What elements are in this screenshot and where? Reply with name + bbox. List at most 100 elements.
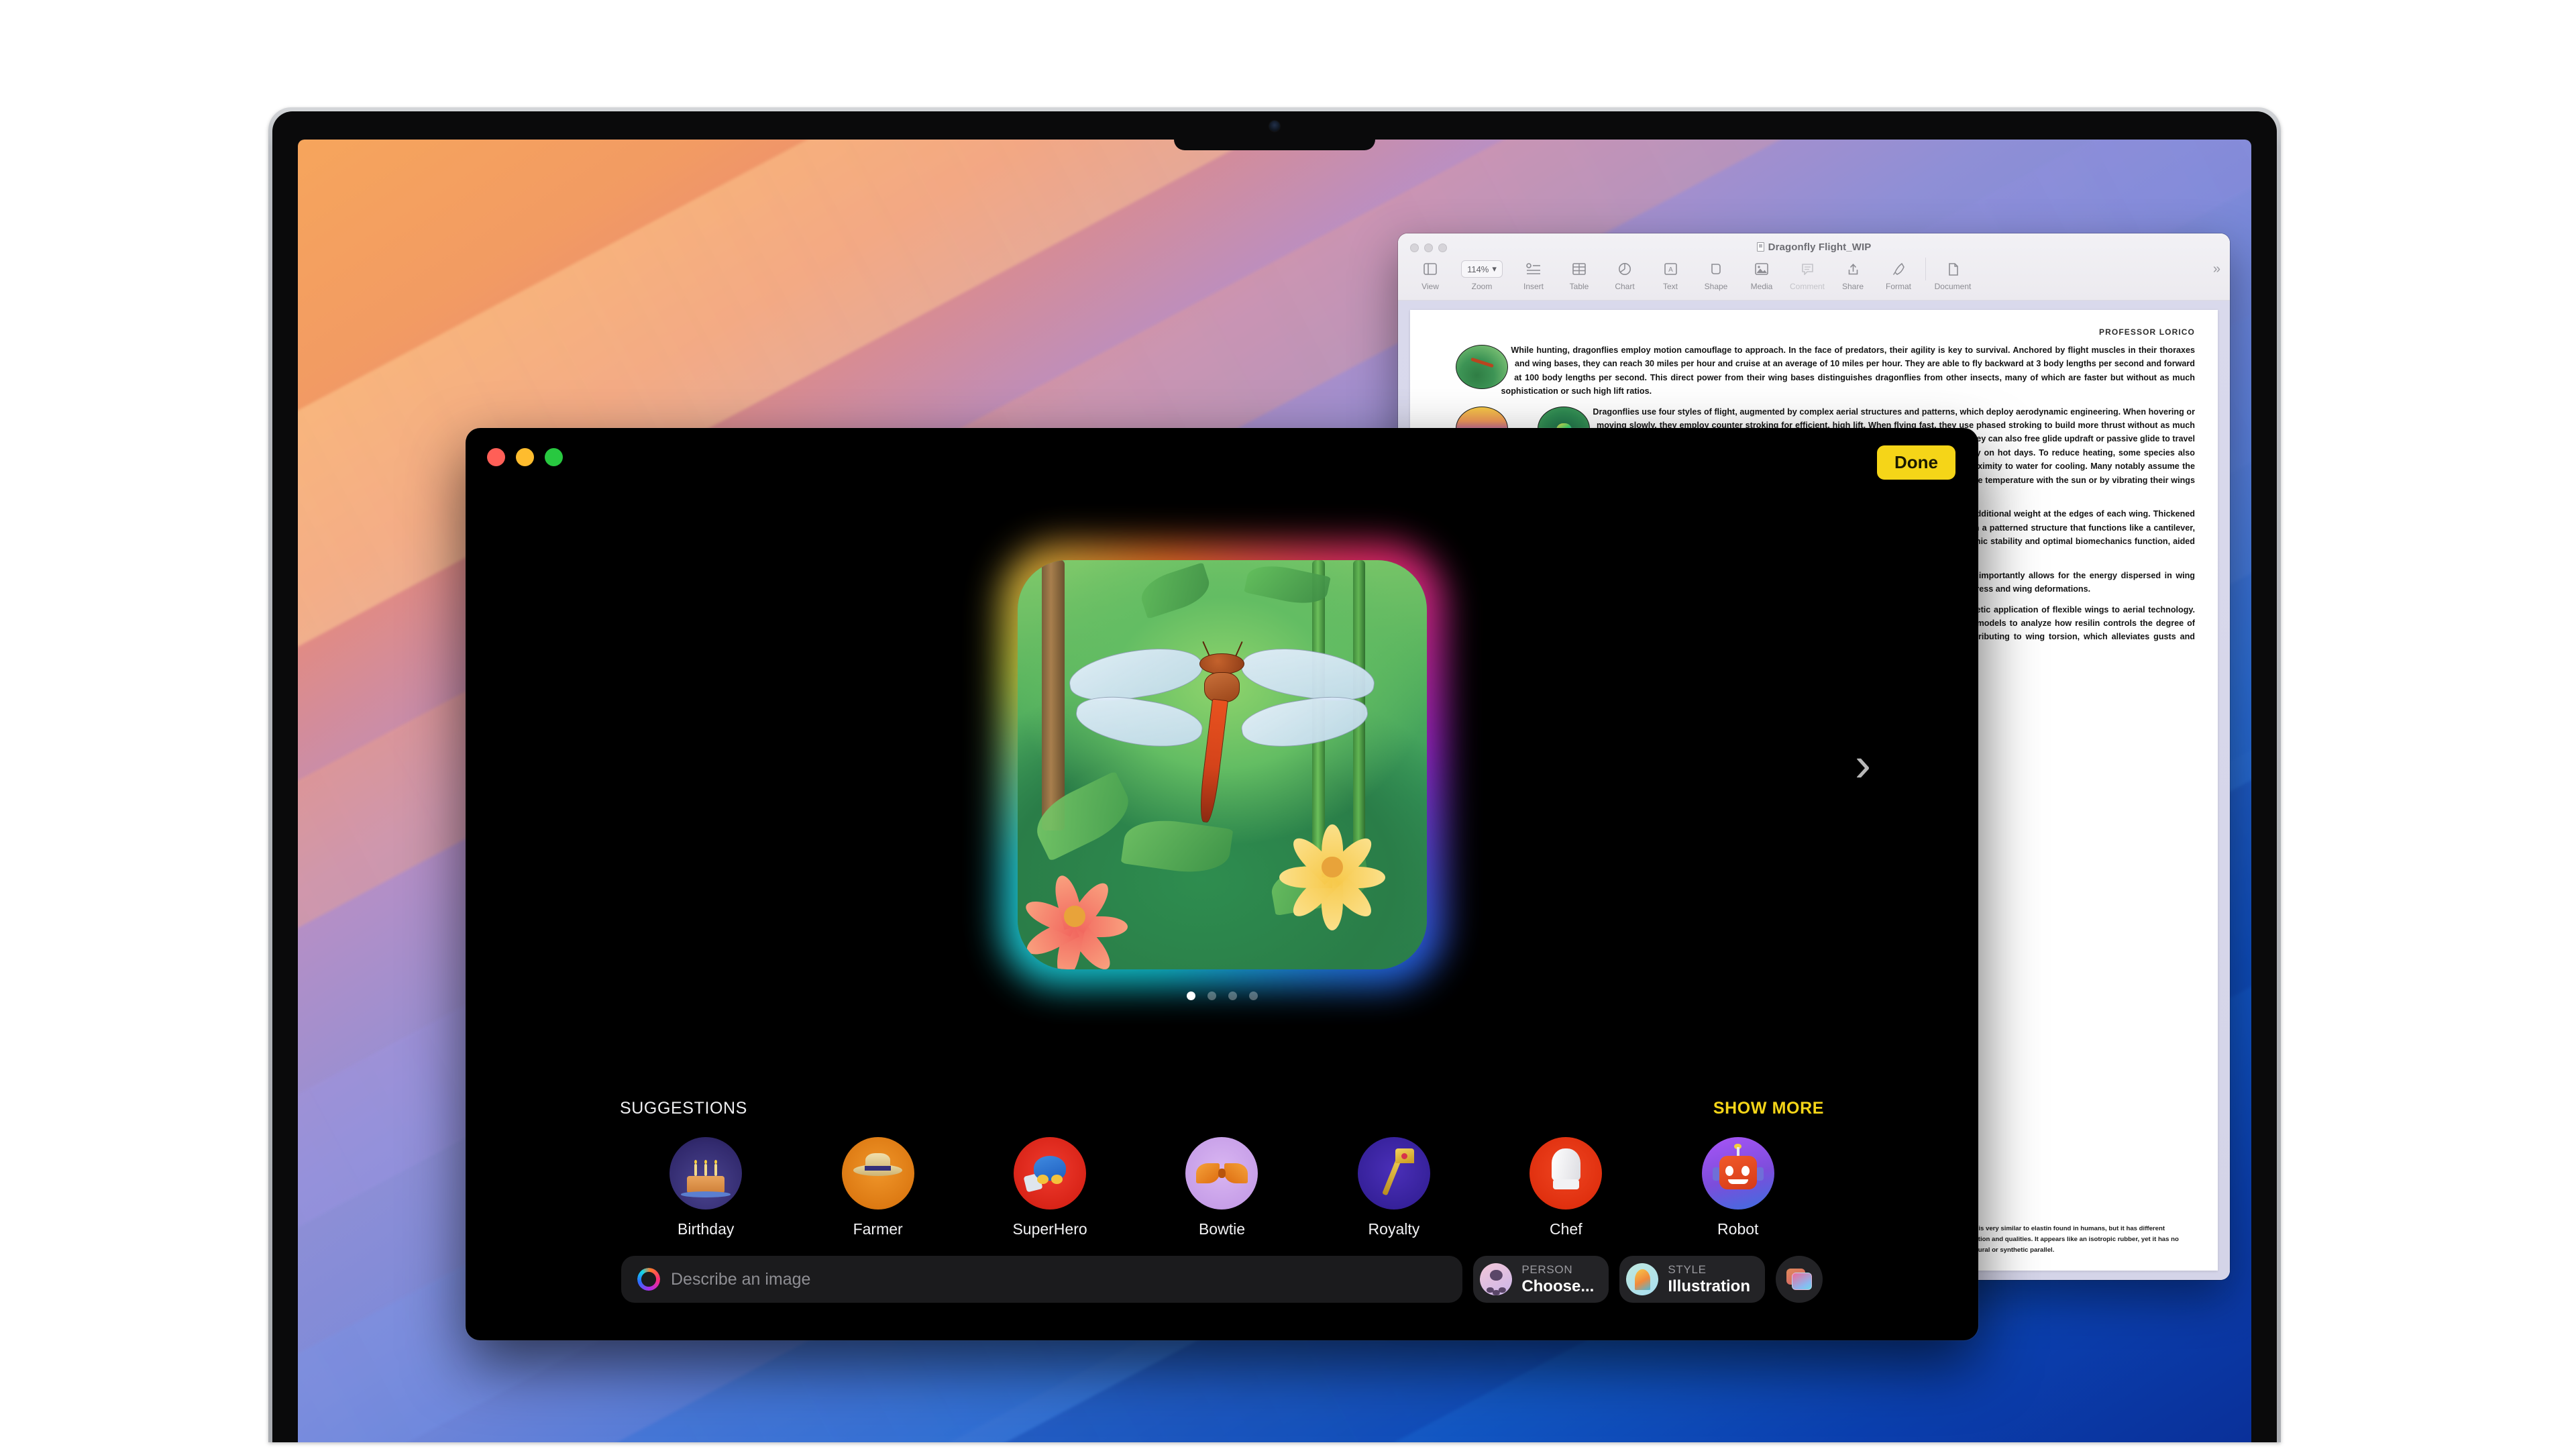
paragraph-text: While hunting, dragonflies employ motion… bbox=[1501, 345, 2196, 396]
close-button[interactable] bbox=[487, 448, 505, 466]
straw-hat-icon bbox=[841, 1137, 914, 1210]
toolbar-label-table: Table bbox=[1569, 282, 1589, 291]
carousel-dot-1[interactable] bbox=[1186, 991, 1195, 1000]
toolbar-item-chart[interactable]: Chart bbox=[1602, 258, 1648, 291]
dragonfly-illustration[interactable] bbox=[1017, 560, 1427, 969]
chevron-down-icon: ▾ bbox=[1492, 264, 1497, 274]
suggestion-birthday[interactable]: Birthday bbox=[620, 1137, 792, 1238]
carousel-dots[interactable] bbox=[1186, 991, 1258, 1000]
next-chevron-icon[interactable]: › bbox=[1855, 741, 1871, 789]
dragonfly-head bbox=[1199, 653, 1244, 675]
carousel-dot-3[interactable] bbox=[1228, 991, 1237, 1000]
pink-flower bbox=[1021, 863, 1128, 969]
style-chip-value: Illustration bbox=[1668, 1277, 1750, 1295]
person-chip-value: Choose... bbox=[1521, 1277, 1595, 1295]
suggestion-label: Chef bbox=[1550, 1220, 1582, 1238]
tree-trunk bbox=[1042, 560, 1065, 830]
suggestion-farmer[interactable]: Farmer bbox=[792, 1137, 963, 1238]
style-chip[interactable]: STYLE Illustration bbox=[1619, 1256, 1765, 1303]
image-playground-window[interactable]: Done › SUGGESTIONS SHOW MORE Birthday Fa… bbox=[466, 428, 1978, 1340]
document-header: PROFESSOR LORICO bbox=[2099, 327, 2195, 337]
svg-text:A: A bbox=[1668, 266, 1673, 274]
share-icon bbox=[1830, 258, 1876, 280]
dragonfly-abdomen bbox=[1197, 698, 1228, 824]
toolbar-label-comment: Comment bbox=[1789, 282, 1825, 291]
toolbar-label-insert: Insert bbox=[1523, 282, 1544, 291]
pages-window-title: Dragonfly Flight_WIP bbox=[1398, 241, 2230, 253]
suggestion-label: Bowtie bbox=[1198, 1220, 1245, 1238]
toolbar-divider bbox=[1925, 258, 1926, 280]
preview-canvas: › bbox=[466, 490, 1978, 1040]
toolbar-label-document: Document bbox=[1934, 282, 1972, 291]
insert-icon bbox=[1511, 258, 1556, 280]
toolbar-overflow-button[interactable]: » bbox=[2213, 258, 2220, 277]
shape-icon bbox=[1693, 258, 1739, 280]
zoom-stepper[interactable]: 114% ▾ bbox=[1461, 260, 1503, 278]
toolbar-item-share[interactable]: Share bbox=[1830, 258, 1876, 291]
style-chip-key: STYLE bbox=[1668, 1263, 1707, 1276]
photo-library-icon bbox=[1786, 1269, 1812, 1290]
toolbar-item-media[interactable]: Media bbox=[1739, 258, 1784, 291]
toolbar-item-zoom[interactable]: 114% ▾ Zoom bbox=[1453, 258, 1511, 291]
pages-toolbar: Dragonfly Flight_WIP View 114% ▾ Zoom In… bbox=[1398, 233, 2230, 301]
suggestion-label: Royalty bbox=[1368, 1220, 1420, 1238]
photo-library-button[interactable] bbox=[1776, 1256, 1823, 1303]
suggestion-bowtie[interactable]: Bowtie bbox=[1136, 1137, 1307, 1238]
toolbar-item-insert[interactable]: Insert bbox=[1511, 258, 1556, 291]
inline-image-dragonfly-jungle[interactable] bbox=[1456, 345, 1508, 389]
toolbar-item-document[interactable]: Document bbox=[1930, 258, 1976, 291]
suggestion-label: Robot bbox=[1717, 1220, 1759, 1238]
suggestion-royalty[interactable]: Royalty bbox=[1308, 1137, 1480, 1238]
toolbar-label-text: Text bbox=[1662, 282, 1678, 291]
suggestion-superhero[interactable]: SuperHero bbox=[964, 1137, 1136, 1238]
generated-image-card[interactable] bbox=[1000, 543, 1444, 1000]
toolbar-item-table[interactable]: Table bbox=[1556, 258, 1602, 291]
toolbar-label-share: Share bbox=[1841, 282, 1864, 291]
style-swatch-icon bbox=[1626, 1263, 1659, 1295]
suggestions-section: SUGGESTIONS SHOW MORE Birthday Farmer Su… bbox=[620, 1099, 1824, 1238]
media-image-icon bbox=[1739, 258, 1784, 280]
toolbar-item-text[interactable]: A Text bbox=[1648, 258, 1693, 291]
dragonfly bbox=[1063, 630, 1382, 843]
prompt-field[interactable]: Describe an image bbox=[621, 1256, 1463, 1303]
toolbar-item-comment[interactable]: Comment bbox=[1784, 258, 1830, 291]
pages-title-text: Dragonfly Flight_WIP bbox=[1768, 241, 1872, 253]
zoom-button[interactable] bbox=[545, 448, 563, 466]
minimize-button[interactable] bbox=[516, 448, 534, 466]
prompt-placeholder: Describe an image bbox=[671, 1269, 811, 1289]
suggestions-header-row: SUGGESTIONS SHOW MORE bbox=[620, 1099, 1824, 1118]
toolbar-label-media: Media bbox=[1750, 282, 1773, 291]
toolbar-label-shape: Shape bbox=[1704, 282, 1728, 291]
toolbar-label-chart: Chart bbox=[1615, 282, 1635, 291]
webcam-icon bbox=[1269, 121, 1280, 131]
text-box-icon: A bbox=[1648, 258, 1693, 280]
wing bbox=[1072, 690, 1205, 755]
sidebar-icon bbox=[1407, 258, 1453, 280]
person-chip[interactable]: PERSON Choose... bbox=[1473, 1256, 1609, 1303]
done-button[interactable]: Done bbox=[1877, 445, 1955, 480]
zoom-value: 114% bbox=[1467, 264, 1489, 274]
wing bbox=[1238, 690, 1372, 755]
birthday-cake-icon bbox=[669, 1137, 743, 1210]
suggestion-chef[interactable]: Chef bbox=[1480, 1137, 1652, 1238]
format-brush-icon bbox=[1876, 258, 1921, 280]
suggestion-robot[interactable]: Robot bbox=[1652, 1137, 1824, 1238]
toolbar-label-format: Format bbox=[1885, 282, 1911, 291]
toolbar-item-format[interactable]: Format bbox=[1876, 258, 1921, 291]
bottom-control-bar: Describe an image PERSON Choose... STYLE bbox=[621, 1256, 1823, 1303]
document-icon bbox=[1930, 258, 1976, 280]
chef-hat-icon bbox=[1529, 1137, 1603, 1210]
suggestion-label: Farmer bbox=[853, 1220, 903, 1238]
toolbar-label-view: View bbox=[1421, 282, 1439, 291]
carousel-dot-2[interactable] bbox=[1207, 991, 1216, 1000]
screenshot-root: Dragonfly Flight_WIP View 114% ▾ Zoom In… bbox=[0, 0, 2576, 1449]
dragonfly-thorax bbox=[1204, 672, 1240, 702]
toolbar-item-shape[interactable]: Shape bbox=[1693, 258, 1739, 291]
show-more-button[interactable]: SHOW MORE bbox=[1713, 1099, 1824, 1118]
scepter-crown-icon bbox=[1357, 1137, 1430, 1210]
carousel-dot-4[interactable] bbox=[1248, 991, 1258, 1000]
pages-tool-row: View 114% ▾ Zoom Insert Table Chart A Te… bbox=[1398, 258, 2230, 291]
playground-traffic-lights[interactable] bbox=[487, 448, 563, 466]
person-chip-key: PERSON bbox=[1521, 1263, 1573, 1276]
toolbar-item-view[interactable]: View bbox=[1407, 258, 1453, 291]
